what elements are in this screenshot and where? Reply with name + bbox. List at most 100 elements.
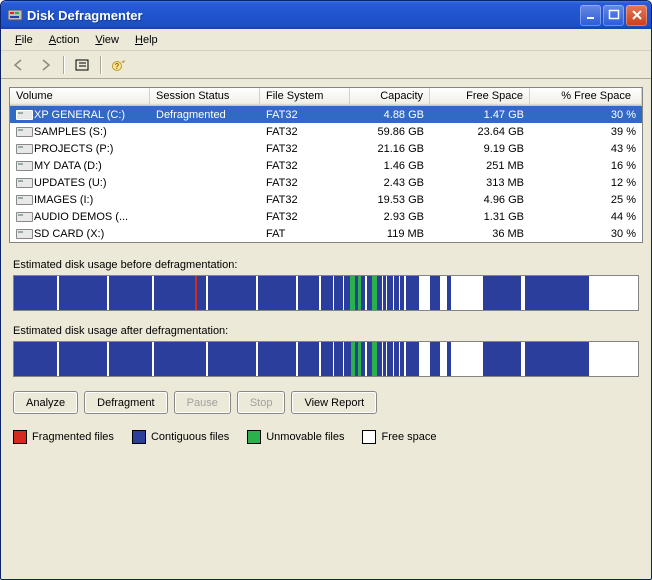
volume-table: Volume Session Status File System Capaci… <box>9 87 643 243</box>
usage-segment-contig <box>298 342 319 376</box>
col-volume[interactable]: Volume <box>10 88 150 105</box>
cell-volume: SAMPLES (S:) <box>34 126 107 138</box>
legend-contig: Contiguous files <box>132 430 229 444</box>
cell-volume: AUDIO DEMOS (... <box>34 211 128 223</box>
col-free[interactable]: Free Space <box>430 88 530 105</box>
cell-capacity: 119 MB <box>350 227 430 241</box>
col-pctfree[interactable]: % Free Space <box>530 88 642 105</box>
col-filesys[interactable]: File System <box>260 88 350 105</box>
cell-volume: UPDATES (U:) <box>34 177 107 189</box>
table-row[interactable]: XP GENERAL (C:)DefragmentedFAT324.88 GB1… <box>10 106 642 123</box>
menu-help[interactable]: Help <box>127 32 166 48</box>
minimize-button[interactable] <box>580 5 601 26</box>
legend: Fragmented files Contiguous files Unmova… <box>13 430 639 444</box>
table-row[interactable]: AUDIO DEMOS (...FAT322.93 GB1.31 GB44 % <box>10 208 642 225</box>
legend-contig-label: Contiguous files <box>151 431 229 443</box>
usage-segment-contig <box>430 342 441 376</box>
usage-segment-contig <box>109 342 152 376</box>
usage-segment-contig <box>321 276 334 310</box>
col-capacity[interactable]: Capacity <box>350 88 430 105</box>
cell-pctfree: 30 % <box>530 227 642 241</box>
usage-segment-contig <box>525 276 589 310</box>
properties-button[interactable] <box>70 54 94 76</box>
defragment-button[interactable]: Defragment <box>84 391 167 414</box>
cell-session <box>150 131 260 133</box>
cell-free: 4.96 GB <box>430 193 530 207</box>
maximize-button[interactable] <box>603 5 624 26</box>
menu-bar: File Action View Help <box>1 29 651 51</box>
menu-view[interactable]: View <box>87 32 127 48</box>
cell-volume: SD CARD (X:) <box>34 228 104 240</box>
table-row[interactable]: UPDATES (U:) FAT322.43 GB313 MB12 % <box>10 174 642 191</box>
title-bar[interactable]: Disk Defragmenter <box>1 1 651 29</box>
usage-segment-contig <box>298 276 319 310</box>
drive-icon <box>16 159 32 171</box>
usage-segment-contig <box>59 342 107 376</box>
after-usage-bar <box>13 341 639 377</box>
usage-segment-free <box>451 342 483 376</box>
usage-segment-contig <box>109 276 152 310</box>
view-report-button[interactable]: View Report <box>291 391 377 414</box>
usage-segment-free <box>419 276 430 310</box>
swatch-red <box>13 430 27 444</box>
cell-session <box>150 216 260 218</box>
usage-segment-contig <box>197 276 206 310</box>
cell-capacity: 2.93 GB <box>350 210 430 224</box>
analyze-button[interactable]: Analyze <box>13 391 78 414</box>
menu-file[interactable]: File <box>7 32 41 48</box>
cell-free: 313 MB <box>430 176 530 190</box>
window-title: Disk Defragmenter <box>27 8 143 23</box>
cell-filesys: FAT <box>260 227 350 241</box>
usage-segment-contig <box>321 342 334 376</box>
cell-capacity: 2.43 GB <box>350 176 430 190</box>
toolbar: ? <box>1 51 651 79</box>
table-row[interactable]: PROJECTS (P:)FAT3221.16 GB9.19 GB43 % <box>10 140 642 157</box>
close-button[interactable] <box>626 5 647 26</box>
usage-segment-contig <box>334 276 343 310</box>
usage-segment-contig <box>334 342 343 376</box>
cell-filesys: FAT32 <box>260 142 350 156</box>
table-header: Volume Session Status File System Capaci… <box>10 88 642 106</box>
legend-frag: Fragmented files <box>13 430 114 444</box>
usage-segment-contig <box>154 342 205 376</box>
cell-volume: XP GENERAL (C:) <box>34 109 125 121</box>
menu-action[interactable]: Action <box>41 32 88 48</box>
cell-pctfree: 30 % <box>530 108 642 122</box>
legend-free-label: Free space <box>381 431 436 443</box>
table-row[interactable]: IMAGES (I:)FAT3219.53 GB4.96 GB25 % <box>10 191 642 208</box>
cell-filesys: FAT32 <box>260 176 350 190</box>
cell-session <box>150 148 260 150</box>
table-row[interactable]: SD CARD (X:)FAT119 MB36 MB30 % <box>10 225 642 242</box>
cell-volume: IMAGES (I:) <box>34 194 93 206</box>
cell-free: 23.64 GB <box>430 125 530 139</box>
app-window: Disk Defragmenter File Action View Help … <box>0 0 652 580</box>
legend-frag-label: Fragmented files <box>32 431 114 443</box>
legend-unmov-label: Unmovable files <box>266 431 344 443</box>
cell-session <box>150 233 260 235</box>
pause-button: Pause <box>174 391 231 414</box>
usage-segment-contig <box>525 342 589 376</box>
drive-icon <box>16 108 32 120</box>
cell-pctfree: 12 % <box>530 176 642 190</box>
table-row[interactable]: SAMPLES (S:)FAT3259.86 GB23.64 GB39 % <box>10 123 642 140</box>
toolbar-separator <box>100 56 101 74</box>
usage-segment-contig <box>483 276 521 310</box>
usage-segment-contig <box>258 342 296 376</box>
col-session[interactable]: Session Status <box>150 88 260 105</box>
swatch-green <box>247 430 261 444</box>
cell-capacity: 4.88 GB <box>350 108 430 122</box>
drive-icon <box>16 142 32 154</box>
cell-filesys: FAT32 <box>260 159 350 173</box>
drive-icon <box>16 193 32 205</box>
toolbar-separator <box>63 56 64 74</box>
drive-icon <box>16 227 32 239</box>
help-button[interactable]: ? <box>107 54 131 76</box>
svg-text:?: ? <box>115 62 120 71</box>
cell-filesys: FAT32 <box>260 210 350 224</box>
usage-segment-free <box>589 342 637 376</box>
cell-session <box>150 199 260 201</box>
usage-segment-free <box>589 276 637 310</box>
back-button <box>7 54 31 76</box>
stop-button: Stop <box>237 391 286 414</box>
table-row[interactable]: MY DATA (D:)FAT321.46 GB251 MB16 % <box>10 157 642 174</box>
